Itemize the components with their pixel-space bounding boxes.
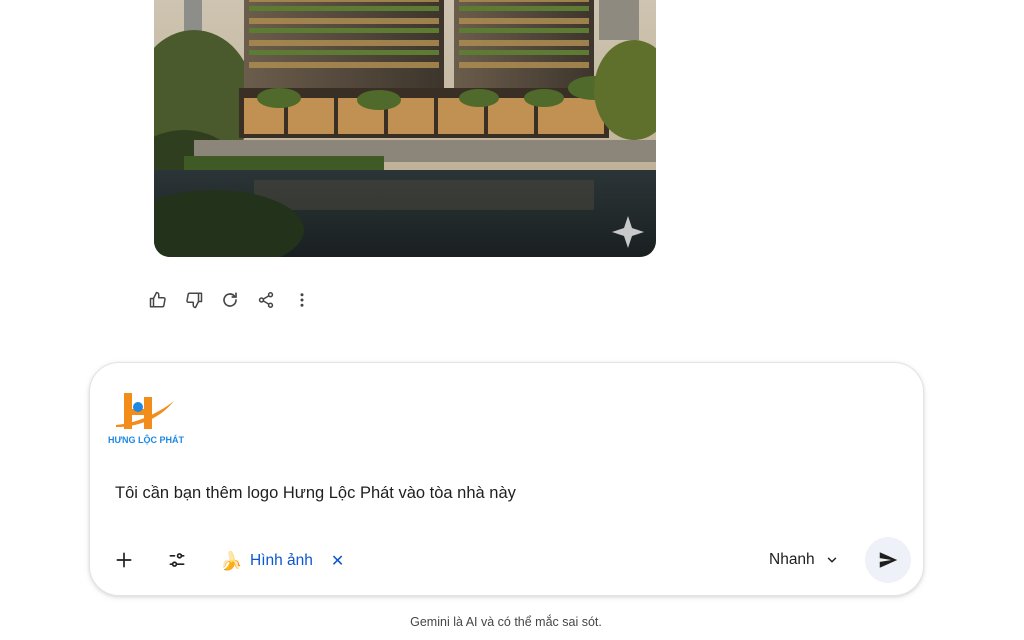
chevron-down-icon [827, 557, 836, 563]
share-button[interactable] [248, 286, 284, 314]
thumbs-up-button[interactable] [140, 286, 176, 314]
banana-icon: 🍌 [220, 551, 243, 571]
thumbs-down-button[interactable] [176, 286, 212, 314]
close-icon[interactable]: ✕ [331, 551, 344, 571]
mode-label: Nhanh [769, 551, 815, 568]
more-vert-icon [300, 293, 304, 307]
add-button[interactable] [109, 545, 139, 575]
tune-icon [169, 553, 185, 567]
prompt-composer: HƯNG LỘC PHÁT Tôi cần bạn thêm logo Hưng… [89, 362, 924, 596]
thumbs-up-icon [149, 291, 166, 308]
attached-logo-image[interactable]: HƯNG LỘC PHÁT [106, 387, 188, 451]
regenerate-button[interactable] [212, 286, 248, 314]
send-icon [879, 552, 898, 568]
image-tool-label: Hình ảnh [250, 552, 313, 569]
generated-image[interactable] [154, 0, 656, 257]
redo-icon [223, 292, 237, 307]
image-tool-chip[interactable]: 🍌 Hình ảnh ✕ [220, 548, 344, 574]
more-options-button[interactable] [284, 286, 320, 314]
prompt-input[interactable]: Tôi cần bạn thêm logo Hưng Lộc Phát vào … [115, 484, 516, 503]
send-button[interactable] [865, 537, 911, 583]
tools-button[interactable] [162, 545, 192, 575]
mode-selector[interactable]: Nhanh [769, 549, 839, 571]
response-actions [140, 286, 320, 314]
svg-text:HƯNG LỘC PHÁT: HƯNG LỘC PHÁT [108, 434, 184, 445]
disclaimer-text: Gemini là AI và có thể mắc sai sót. [410, 615, 602, 629]
plus-icon [116, 552, 132, 568]
thumbs-down-icon [186, 292, 203, 309]
share-icon [258, 292, 274, 308]
